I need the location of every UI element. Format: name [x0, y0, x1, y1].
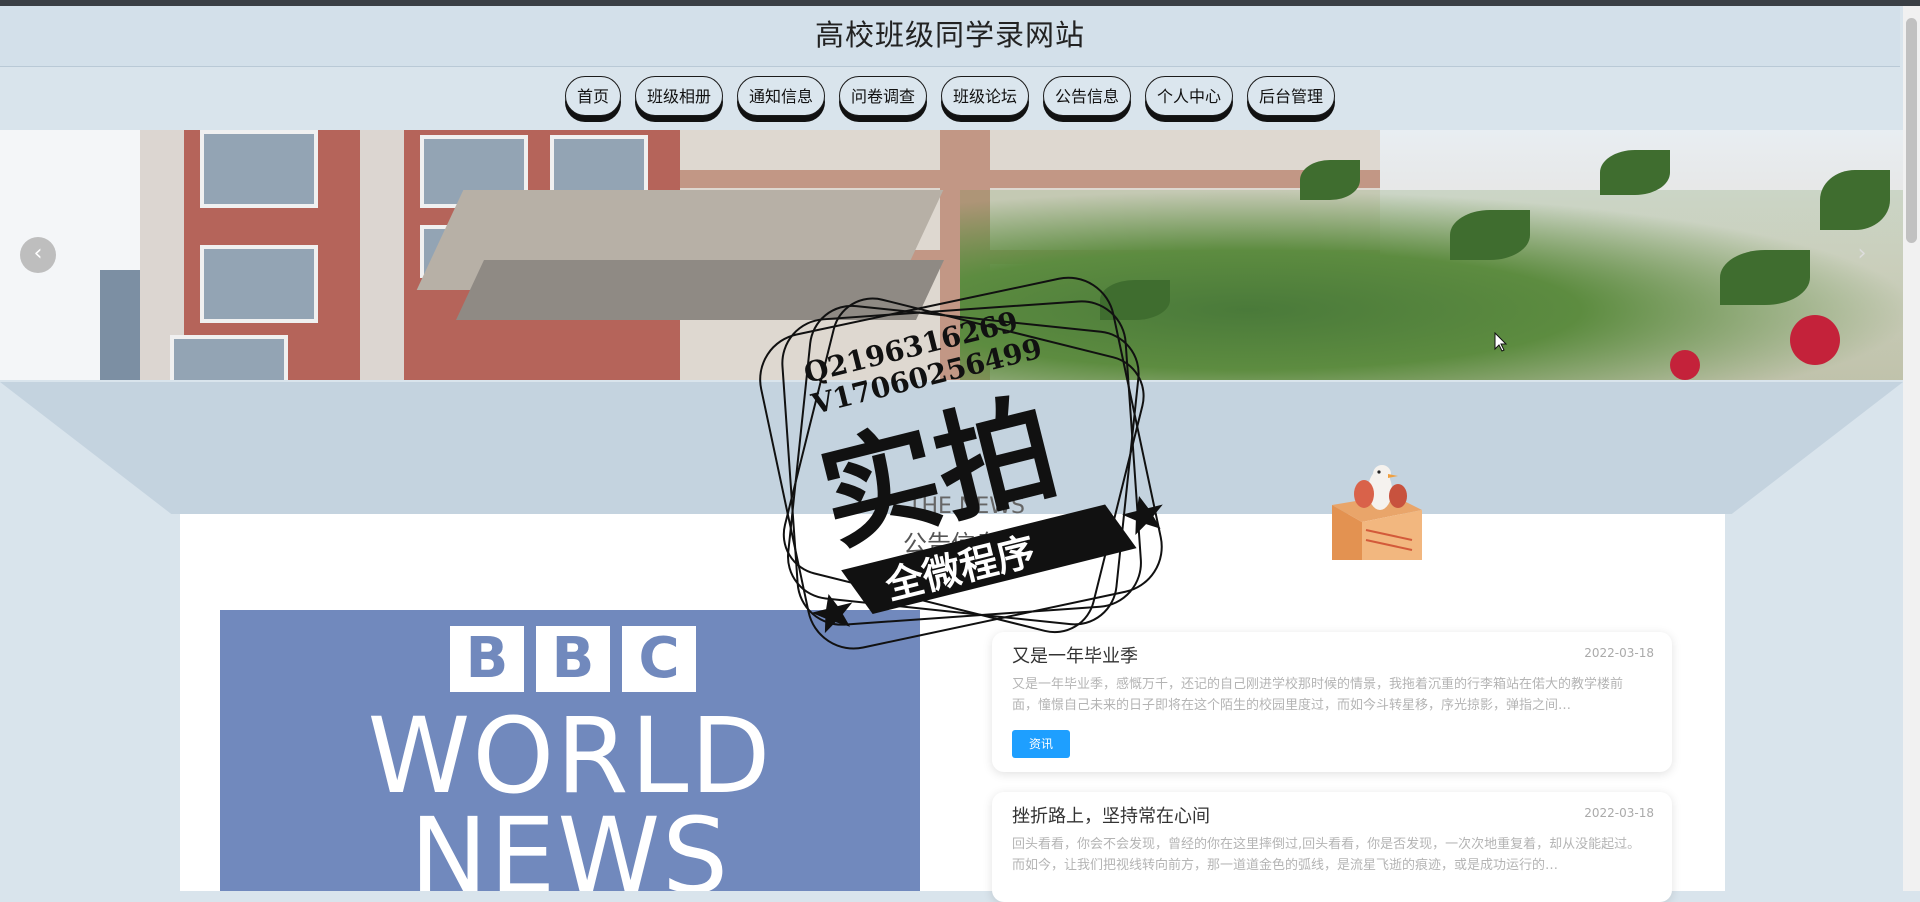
banner-leaf [1600, 150, 1670, 195]
bbc-letter: B [536, 626, 610, 692]
mouse-cursor-icon [1494, 332, 1508, 352]
main-nav: 首页 班级相册 通知信息 问卷调查 班级论坛 公告信息 个人中心 后台管理 [0, 66, 1900, 130]
nav-announcements[interactable]: 公告信息 [1043, 76, 1132, 116]
carousel-prev-button[interactable]: ‹ [20, 237, 56, 273]
section-title-en: THE NEWS [908, 494, 1025, 519]
carousel-next-button[interactable]: › [1844, 237, 1880, 273]
feature-image[interactable]: B B C WORLD NEWS [220, 610, 920, 891]
scrollbar-thumb[interactable] [1906, 18, 1917, 243]
banner-flower [1670, 350, 1700, 380]
banner-leaf [1720, 250, 1810, 305]
news-card[interactable]: 挫折路上，坚持常在心间 2022-03-18 回头看看，你会不会发现，曾经的你在… [992, 792, 1672, 902]
nav-forum[interactable]: 班级论坛 [941, 76, 1030, 116]
banner-leaf [1820, 170, 1890, 230]
nav-admin[interactable]: 后台管理 [1247, 76, 1336, 116]
bbc-news-text: NEWS [409, 795, 731, 891]
bbc-letter: C [622, 626, 696, 692]
building-stripe [680, 170, 1380, 188]
nav-personal-center[interactable]: 个人中心 [1145, 76, 1234, 116]
banner-tower [100, 270, 140, 380]
site-title: 高校班级同学录网站 [814, 18, 1085, 52]
site-header: 高校班级同学录网站 [0, 6, 1900, 67]
nav-survey[interactable]: 问卷调查 [838, 76, 927, 116]
banner-leaf [1300, 160, 1360, 200]
nav-class-album[interactable]: 班级相册 [634, 76, 723, 116]
section-title-cn: 公告信息 [903, 530, 999, 558]
building-window [170, 335, 288, 380]
mascot-box-icon [1332, 465, 1422, 560]
banner-leaf [1450, 210, 1530, 260]
news-title[interactable]: 挫折路上，坚持常在心间 [1012, 802, 1210, 828]
news-title[interactable]: 又是一年毕业季 [1012, 642, 1138, 668]
news-date: 2022-03-18 [1584, 646, 1654, 660]
building-column [360, 130, 404, 380]
banner-flower [1790, 315, 1840, 365]
building-window [200, 245, 318, 323]
banner-canopy-shadow [456, 260, 944, 320]
banner-carousel[interactable] [0, 130, 1903, 380]
news-date: 2022-03-18 [1584, 806, 1654, 820]
building-window [200, 130, 318, 208]
bbc-letter: B [450, 626, 524, 692]
nav-notices[interactable]: 通知信息 [736, 76, 825, 116]
bbc-world-text: WORLD [367, 695, 773, 817]
news-card[interactable]: 又是一年毕业季 2022-03-18 又是一年毕业季，感慨万千，还记的自己刚进学… [992, 632, 1672, 772]
bbc-logo: B B C [450, 626, 696, 692]
news-summary: 又是一年毕业季，感慨万千，还记的自己刚进学校那时候的情景，我拖着沉重的行李箱站在… [1012, 677, 1624, 713]
news-tag-button[interactable]: 资讯 [1012, 730, 1070, 758]
banner-leaf [1100, 280, 1170, 320]
nav-home[interactable]: 首页 [564, 76, 621, 116]
news-summary: 回头看看，你会不会发现，曾经的你在这里摔倒过,回头看看，你是否发现，一次次地重复… [1012, 837, 1641, 873]
